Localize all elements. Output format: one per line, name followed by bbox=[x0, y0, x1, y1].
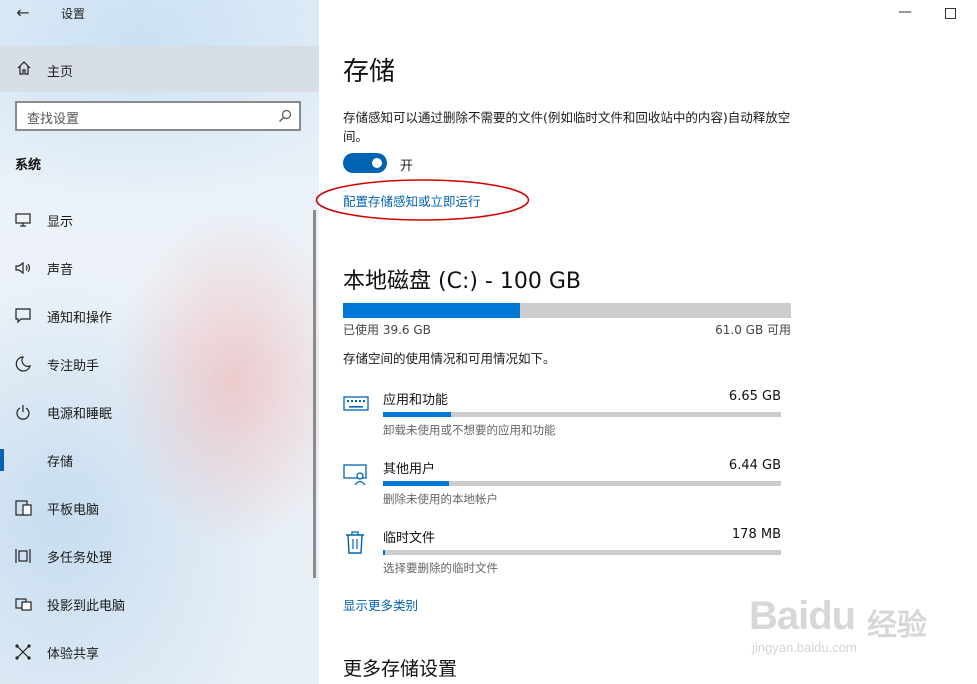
sidebar-item-power[interactable]: 电源和睡眠 bbox=[0, 389, 313, 435]
maximize-button[interactable] bbox=[945, 8, 956, 19]
category-name: 临时文件 bbox=[383, 531, 436, 546]
sidebar-item-label: 多任务处理 bbox=[47, 551, 113, 566]
active-indicator bbox=[0, 449, 4, 471]
sidebar-item-notifications[interactable]: 通知和操作 bbox=[0, 293, 313, 339]
category-other-users[interactable]: 其他用户 6.44 GB 删除未使用的本地帐户 bbox=[343, 458, 783, 518]
storage-sense-description: 存储感知可以通过删除不需要的文件(例如临时文件和回收站中的内容)自动释放空间。 bbox=[343, 110, 791, 144]
usage-hint: 存储空间的使用情况和可用情况如下。 bbox=[343, 351, 556, 366]
sidebar-item-tablet[interactable]: 平板电脑 bbox=[0, 485, 313, 531]
sidebar-item-shared-experiences[interactable]: 体验共享 bbox=[0, 629, 313, 675]
minimize-button[interactable]: — bbox=[898, 4, 912, 20]
sidebar-item-label: 声音 bbox=[47, 263, 74, 278]
user-account-icon bbox=[343, 464, 367, 486]
sidebar-scrollbar[interactable] bbox=[313, 210, 316, 578]
show-more-categories-link[interactable]: 显示更多类别 bbox=[343, 595, 418, 614]
category-usage-bar bbox=[383, 412, 781, 417]
category-size: 178 MB bbox=[731, 527, 781, 542]
app-title: 设置 bbox=[61, 7, 86, 21]
settings-sidebar: ← 设置 主页 查找设置 系统 显示 声音 通知和操作 专注助手 电源和睡眠 存… bbox=[0, 0, 319, 684]
sidebar-item-multitasking[interactable]: 多任务处理 bbox=[0, 533, 313, 579]
category-name: 其他用户 bbox=[383, 462, 436, 477]
toggle-state-label: 开 bbox=[400, 159, 414, 174]
sidebar-item-label: 投影到此电脑 bbox=[47, 599, 126, 614]
category-usage-bar bbox=[383, 550, 781, 555]
trash-icon bbox=[346, 531, 364, 554]
storage-sense-toggle[interactable] bbox=[343, 153, 387, 173]
category-usage-fill bbox=[383, 550, 385, 555]
category-usage-fill bbox=[383, 412, 451, 417]
multitask-icon bbox=[15, 549, 31, 563]
speaker-icon bbox=[15, 261, 31, 275]
home-icon bbox=[17, 61, 31, 75]
share-icon bbox=[15, 644, 31, 660]
search-input[interactable]: 查找设置 bbox=[15, 101, 301, 131]
disk-title: 本地磁盘 (C:) - 100 GB bbox=[343, 269, 581, 294]
category-description: 选择要删除的临时文件 bbox=[383, 561, 498, 575]
category-description: 卸载未使用或不想要的应用和功能 bbox=[383, 423, 556, 437]
sidebar-item-display[interactable]: 显示 bbox=[0, 197, 313, 243]
section-title-system: 系统 bbox=[15, 158, 42, 173]
category-name: 应用和功能 bbox=[383, 393, 449, 408]
sidebar-item-focus-assist[interactable]: 专注助手 bbox=[0, 341, 313, 387]
sidebar-item-sound[interactable]: 声音 bbox=[0, 245, 313, 291]
watermark-cn: 经验 bbox=[867, 608, 927, 643]
sidebar-item-project[interactable]: 投影到此电脑 bbox=[0, 581, 313, 627]
sidebar-item-label: 存储 bbox=[47, 455, 74, 470]
category-size: 6.65 GB bbox=[728, 389, 781, 404]
sidebar-home-label: 主页 bbox=[47, 65, 74, 80]
sidebar-item-home[interactable]: 主页 bbox=[0, 46, 319, 92]
category-description: 删除未使用的本地帐户 bbox=[383, 492, 498, 506]
red-ellipse-annotation bbox=[315, 179, 530, 221]
storage-page: — 存储 存储感知可以通过删除不需要的文件(例如临时文件和回收站中的内容)自动释… bbox=[315, 0, 977, 684]
page-title: 存储 bbox=[343, 57, 396, 87]
tablet-icon bbox=[15, 500, 32, 516]
disk-usage-bar bbox=[343, 303, 791, 318]
display-icon bbox=[15, 213, 31, 227]
disk-free-label: 61.0 GB 可用 bbox=[715, 323, 791, 337]
sidebar-item-label: 平板电脑 bbox=[47, 503, 100, 518]
sidebar-item-label: 体验共享 bbox=[47, 647, 100, 662]
sidebar-item-storage[interactable]: 存储 bbox=[0, 437, 313, 483]
sidebar-item-label: 电源和睡眠 bbox=[47, 407, 113, 422]
category-size: 6.44 GB bbox=[728, 458, 781, 473]
watermark-brand: Baidu bbox=[749, 594, 856, 638]
baidu-jingyan-watermark: Baidu 经验 jingyan.baidu.com bbox=[749, 592, 974, 662]
moon-icon bbox=[15, 356, 31, 372]
search-placeholder: 查找设置 bbox=[27, 112, 80, 127]
title-bar: ← 设置 bbox=[0, 0, 319, 26]
sidebar-item-label: 显示 bbox=[47, 215, 74, 230]
more-storage-settings-heading: 更多存储设置 bbox=[343, 658, 458, 680]
disk-usage-fill bbox=[343, 303, 521, 318]
notification-icon bbox=[15, 308, 31, 324]
toggle-knob bbox=[372, 158, 382, 168]
sidebar-item-label: 专注助手 bbox=[47, 359, 100, 374]
back-arrow-icon[interactable]: ← bbox=[14, 3, 32, 22]
category-usage-fill bbox=[383, 481, 449, 486]
power-icon bbox=[16, 405, 30, 420]
category-temp-files[interactable]: 临时文件 178 MB 选择要删除的临时文件 bbox=[343, 527, 783, 587]
search-icon[interactable] bbox=[278, 109, 292, 123]
category-usage-bar bbox=[383, 481, 781, 486]
project-icon bbox=[15, 598, 32, 611]
category-apps-features[interactable]: 应用和功能 6.65 GB 卸载未使用或不想要的应用和功能 bbox=[343, 389, 783, 449]
sidebar-item-label: 通知和操作 bbox=[47, 311, 113, 326]
keyboard-icon bbox=[343, 396, 369, 411]
watermark-url: jingyan.baidu.com bbox=[752, 640, 857, 655]
